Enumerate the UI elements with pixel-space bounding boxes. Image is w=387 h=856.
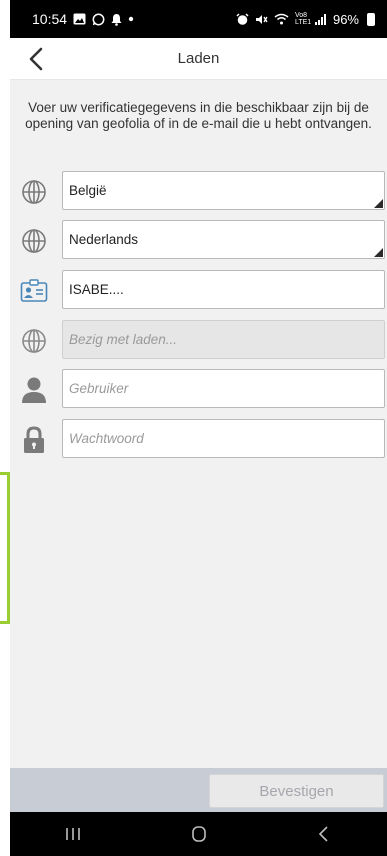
back-chevron-icon: [319, 826, 328, 842]
signal-icon: [314, 13, 327, 25]
network-label: Vo8 LTE1: [294, 12, 312, 26]
mute-icon: [255, 13, 268, 26]
recent-apps-button[interactable]: [10, 812, 136, 856]
status-left: 10:54: [32, 11, 134, 27]
user-row: [10, 369, 387, 409]
recent-apps-icon: [66, 828, 80, 840]
server-row: Bezig met laden...: [10, 320, 387, 360]
server-select-loading: Bezig met laden...: [62, 320, 385, 359]
system-nav-bar: [10, 812, 387, 856]
wifi-icon: [274, 13, 289, 25]
password-row: [10, 419, 387, 459]
bottom-action-bar: Bevestigen: [10, 768, 387, 812]
password-input[interactable]: [62, 419, 385, 458]
confirm-button[interactable]: Bevestigen: [209, 774, 384, 808]
language-row: Nederlands: [10, 220, 387, 260]
language-select[interactable]: Nederlands: [62, 220, 385, 259]
home-icon: [191, 826, 206, 842]
globe-icon: [20, 178, 48, 206]
user-icon: [20, 376, 48, 404]
notification-bell-icon: [111, 13, 122, 26]
gallery-icon: [73, 13, 86, 25]
system-back-button[interactable]: [261, 812, 387, 856]
battery-icon: [367, 12, 375, 26]
page-title: Laden: [177, 50, 220, 67]
lock-icon: [20, 426, 48, 454]
account-row: [10, 270, 387, 310]
alarm-icon: [236, 12, 249, 26]
battery-percent: 96%: [332, 11, 359, 27]
globe-icon: [20, 227, 48, 255]
globe-icon: [20, 327, 48, 355]
id-card-icon: [20, 277, 48, 305]
home-button[interactable]: [136, 812, 262, 856]
whatsapp-icon: [92, 13, 105, 26]
country-select[interactable]: België: [62, 171, 385, 210]
status-right: Vo8 LTE1 96%: [236, 12, 375, 27]
status-time: 10:54: [32, 11, 68, 27]
login-form-area: Voer uw verificatiegegevens in die besch…: [10, 80, 387, 768]
instruction-text: Voer uw verificatiegegevens in die besch…: [25, 100, 372, 131]
country-row: België: [10, 171, 387, 211]
left-margin-strip: [0, 0, 10, 856]
dot-icon: [128, 16, 134, 22]
account-input[interactable]: [62, 270, 385, 309]
selection-marker: [0, 472, 10, 624]
username-input[interactable]: [62, 369, 385, 408]
status-bar: 10:54 Vo8 LTE1 96%: [10, 0, 387, 38]
app-header: Laden: [10, 38, 387, 80]
